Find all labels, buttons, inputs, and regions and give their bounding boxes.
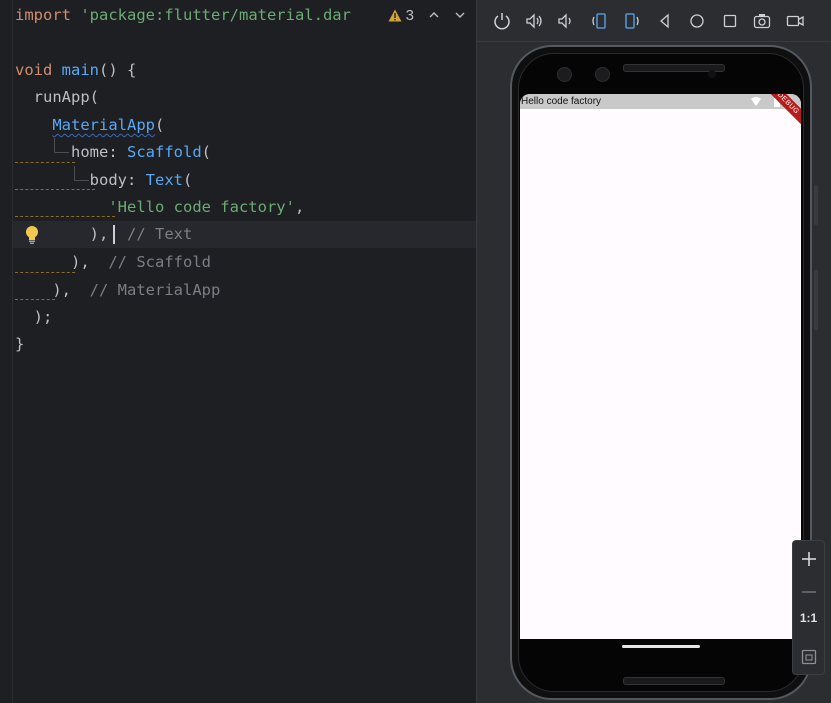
code-line-close-scaffold[interactable]: ), // Scaffold <box>15 249 211 276</box>
fit-screen-icon[interactable] <box>800 648 818 666</box>
zoom-controls: 1:1 <box>792 540 825 675</box>
runapp-call: runApp( <box>33 88 99 106</box>
function-main: main <box>61 61 99 79</box>
close-materialapp: ), <box>52 281 71 299</box>
speaker-grille <box>623 677 725 685</box>
param-body: body: <box>89 171 146 189</box>
sensor-icon <box>557 67 572 82</box>
rotate-left-icon[interactable] <box>589 11 609 31</box>
close-runapp: ); <box>33 308 53 326</box>
code-line-close-materialapp[interactable]: ), // MaterialApp <box>15 277 220 304</box>
warning-count: 3 <box>405 6 414 24</box>
volume-down-icon[interactable] <box>555 11 575 31</box>
wifi-icon <box>751 97 761 106</box>
code-line-home[interactable]: home: Scaffold( <box>15 139 211 166</box>
back-icon[interactable] <box>655 11 675 31</box>
close-main: } <box>15 335 25 353</box>
home-gesture-bar[interactable] <box>622 645 700 648</box>
chevron-down-icon[interactable] <box>454 9 466 21</box>
class-scaffold: Scaffold <box>127 143 202 161</box>
app-hello-text: Hello code factory <box>521 96 602 107</box>
string-hello: 'Hello code factory' <box>108 198 295 216</box>
text-caret <box>113 225 115 244</box>
paren: ( <box>201 143 211 161</box>
keyword-import: import <box>15 6 71 24</box>
emulator-panel: Hello code factory DEBUG <box>476 0 831 703</box>
side-button[interactable] <box>814 270 818 330</box>
power-icon[interactable] <box>492 11 512 31</box>
toolbar-divider <box>477 41 831 42</box>
screenshot-icon[interactable] <box>752 11 772 31</box>
sensor-icon <box>595 67 610 82</box>
side-button[interactable] <box>814 185 818 225</box>
zoom-out-icon[interactable] <box>800 583 818 601</box>
zoom-in-icon[interactable] <box>800 550 818 568</box>
paren: ( <box>154 116 165 134</box>
param-home: home: <box>71 143 127 161</box>
emulator-toolbar <box>477 0 831 42</box>
home-icon[interactable] <box>687 11 707 31</box>
code-editor[interactable]: import 'package:flutter/material.dar voi… <box>0 0 476 703</box>
paren: ( <box>182 171 193 189</box>
keyword-void: void <box>15 61 53 79</box>
code-line-close-text[interactable]: ), // Text <box>15 221 193 248</box>
class-materialapp: MaterialApp <box>52 116 155 134</box>
warning-triangle-icon <box>388 9 402 21</box>
import-path: 'package:flutter/material.dar <box>80 6 351 24</box>
record-icon[interactable] <box>785 11 805 31</box>
comment-scaffold: // Scaffold <box>108 253 211 271</box>
code-line-string[interactable]: 'Hello code factory', <box>15 194 304 221</box>
overview-icon[interactable] <box>720 11 740 31</box>
lightbulb-icon[interactable] <box>24 225 40 245</box>
front-camera-icon <box>708 70 716 78</box>
volume-up-icon[interactable] <box>524 11 544 31</box>
zoom-actual-size-button[interactable]: 1:1 <box>793 611 824 625</box>
code-line-close-main[interactable]: } <box>15 331 24 358</box>
code-line-body[interactable]: body: Text( <box>15 167 193 194</box>
comment-materialapp: // MaterialApp <box>89 281 221 299</box>
class-text: Text <box>145 171 183 189</box>
comma: , <box>294 198 305 216</box>
gutter-divider <box>12 0 13 703</box>
code-line-close-runapp[interactable]: ); <box>15 304 53 331</box>
close-text: ), <box>89 225 109 243</box>
code-line-materialapp[interactable]: MaterialApp( <box>15 112 164 139</box>
code-line-runapp[interactable]: runApp( <box>15 84 99 111</box>
close-scaffold: ), <box>71 253 90 271</box>
status-bar: Hello code factory <box>520 94 801 109</box>
code-line-main[interactable]: void main() { <box>15 57 136 84</box>
comment-text: // Text <box>127 225 193 243</box>
inspection-widget[interactable]: 3 <box>387 3 466 27</box>
main-signature: () { <box>99 61 137 79</box>
chevron-up-icon[interactable] <box>428 9 440 21</box>
device-screen[interactable]: Hello code factory DEBUG <box>520 94 801 639</box>
code-line-import[interactable]: import 'package:flutter/material.dar <box>15 2 351 29</box>
rotate-right-icon[interactable] <box>622 11 642 31</box>
